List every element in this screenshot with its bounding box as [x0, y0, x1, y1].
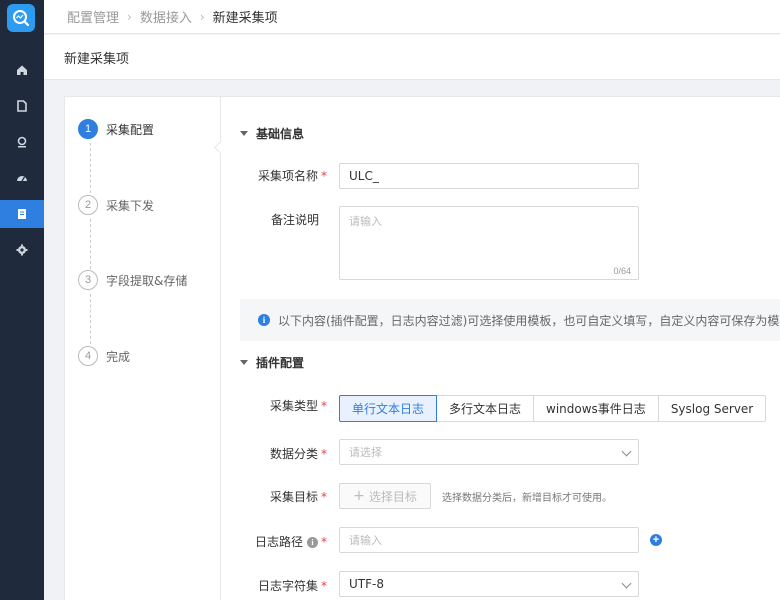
collapse-triangle-icon [240, 131, 248, 136]
nav-home-icon[interactable] [0, 56, 44, 84]
nav-collect-icon[interactable] [0, 200, 44, 228]
required-mark: * [321, 399, 327, 413]
charset-label: 日志字符集 * [222, 577, 327, 594]
required-mark: * [321, 535, 327, 549]
required-mark: * [321, 169, 327, 183]
app-logo-icon[interactable] [7, 4, 35, 32]
required-mark: * [321, 447, 327, 461]
nav-settings-icon[interactable] [0, 236, 44, 264]
section-plugin-config[interactable]: 插件配置 [240, 354, 304, 371]
step-connector [90, 294, 91, 344]
step-label: 采集下发 [106, 198, 155, 213]
page-title: 新建采集项 [64, 51, 130, 67]
name-input[interactable]: ULC_ [339, 163, 639, 189]
chevron-down-icon [621, 446, 632, 457]
step-label: 完成 [106, 349, 131, 364]
info-icon: i [258, 314, 270, 326]
template-notice: i 以下内容(插件配置，日志内容过滤)可选择使用模板，也可自定义填写，自定义内容… [240, 299, 780, 341]
breadcrumb: 配置管理 › 数据接入 › 新建采集项 [44, 0, 780, 34]
step-connector [90, 219, 91, 269]
remark-textarea[interactable]: 请输入 0/64 [339, 206, 639, 280]
plus-icon: + [353, 488, 365, 504]
charset-label-text: 日志字符集 [257, 579, 318, 593]
step-label: 字段提取&存储 [106, 273, 188, 288]
step-3[interactable]: 3 字段提取&存储 [78, 270, 187, 290]
breadcrumb-item-config[interactable]: 配置管理 [67, 7, 119, 26]
required-mark: * [321, 579, 327, 593]
step-4[interactable]: 4 完成 [78, 346, 130, 366]
required-mark: * [321, 490, 327, 504]
step-1[interactable]: 1 采集配置 [78, 119, 154, 139]
chevron-down-icon [621, 578, 632, 589]
form-area: 基础信息 采集项名称 * ULC_ 备注说明 请输入 0/64 i 以下内容(插件… [222, 97, 780, 600]
step-number: 1 [78, 119, 98, 139]
section-basic-info[interactable]: 基础信息 [240, 125, 304, 142]
type-option-single-line[interactable]: 单行文本日志 [339, 395, 438, 422]
charset-value: UTF-8 [349, 577, 384, 591]
breadcrumb-item-data-access[interactable]: 数据接入 [140, 7, 192, 26]
breadcrumb-item-current: 新建采集项 [212, 11, 278, 26]
remark-counter: 0/64 [613, 266, 631, 276]
target-hint: 选择数据分类后，新增目标才可使用。 [442, 493, 612, 504]
section-title: 基础信息 [256, 127, 305, 141]
select-target-label: 选择目标 [368, 489, 417, 504]
nav-dashboard-icon[interactable] [0, 164, 44, 192]
name-input-value: ULC_ [349, 169, 379, 183]
type-option-windows-event[interactable]: windows事件日志 [533, 395, 659, 422]
target-label-text: 采集目标 [269, 490, 318, 504]
collapse-triangle-icon [240, 360, 248, 365]
breadcrumb-separator: › [127, 9, 132, 24]
step-number: 4 [78, 346, 98, 366]
step-indicator: 1 采集配置 2 采集下发 3 字段提取&存储 4 完成 [65, 97, 221, 600]
path-placeholder: 请输入 [349, 534, 382, 547]
charset-select[interactable]: UTF-8 [339, 571, 639, 597]
name-label-text: 采集项名称 [257, 169, 318, 183]
log-path-input[interactable]: 请输入 [339, 527, 639, 553]
target-label: 采集目标 * [222, 488, 327, 505]
notice-text: 以下内容(插件配置，日志内容过滤)可选择使用模板，也可自定义填写，自定义内容可保… [278, 313, 780, 328]
step-label: 采集配置 [106, 122, 155, 137]
category-label-text: 数据分类 [269, 447, 318, 461]
nav-file-icon[interactable] [0, 92, 44, 120]
type-option-multi-line[interactable]: 多行文本日志 [436, 395, 535, 422]
breadcrumb-separator: › [199, 9, 205, 24]
type-option-syslog[interactable]: Syslog Server [657, 395, 767, 422]
path-label-text: 日志路径 [254, 535, 303, 549]
remark-label: 备注说明 [222, 211, 319, 228]
nav-monitor-icon[interactable] [0, 128, 44, 156]
remark-label-text: 备注说明 [270, 213, 319, 227]
section-title: 插件配置 [256, 356, 305, 370]
remark-placeholder: 请输入 [349, 215, 382, 228]
page-title-bar: 新建采集项 [44, 35, 780, 80]
type-label-text: 采集类型 [269, 399, 318, 413]
type-label: 采集类型 * [222, 397, 327, 414]
category-label: 数据分类 * [222, 445, 327, 462]
form-card: 1 采集配置 2 采集下发 3 字段提取&存储 4 完成 基础信息 采集项名称 *… [64, 96, 780, 600]
category-select[interactable]: 请选择 [339, 439, 639, 465]
category-placeholder: 请选择 [349, 446, 382, 459]
side-nav [0, 0, 44, 600]
info-icon[interactable]: i [307, 537, 318, 548]
step-number: 3 [78, 270, 98, 290]
path-label: 日志路径 i * [222, 533, 327, 550]
name-label: 采集项名称 * [222, 167, 327, 184]
step-connector [90, 143, 91, 193]
step-2[interactable]: 2 采集下发 [78, 195, 154, 215]
step-number: 2 [78, 195, 98, 215]
select-target-button[interactable]: + 选择目标 [339, 483, 431, 509]
collect-type-segmented: 单行文本日志 多行文本日志 windows事件日志 Syslog Server [339, 395, 767, 422]
add-path-icon[interactable]: + [650, 534, 662, 546]
